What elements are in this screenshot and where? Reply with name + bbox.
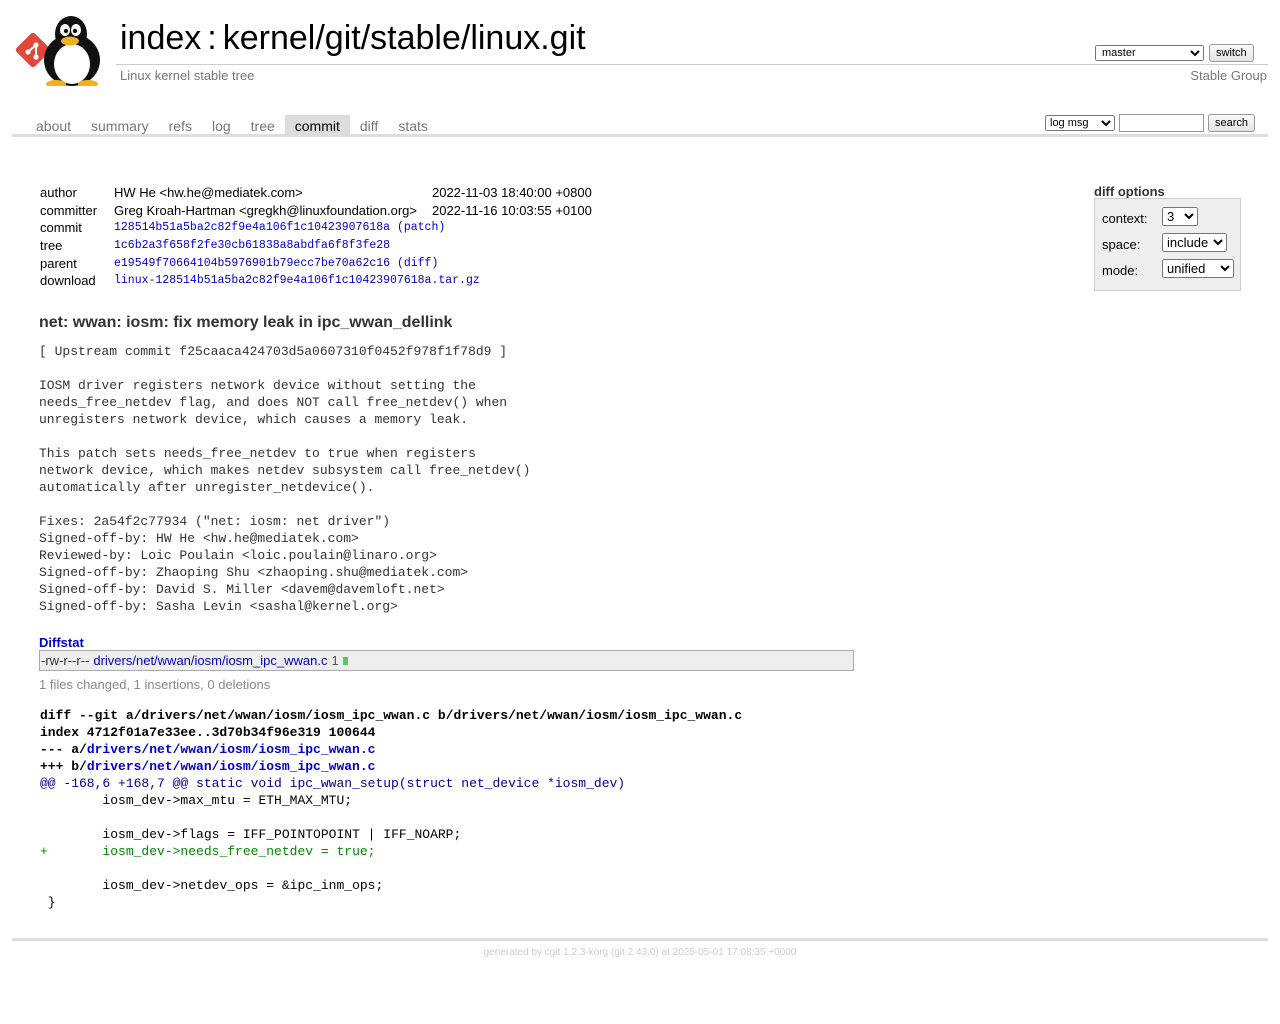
commit-message: [ Upstream commit f25caaca424703d5a06073… (39, 344, 531, 614)
insertions-bar (342, 656, 348, 665)
committer-label: committer (40, 202, 98, 218)
diff-index-line: index 4712f01a7e33ee..3d70b34f96e319 100… (40, 725, 376, 740)
diff-options-panel: context: 3 space: include mode: unified (1094, 198, 1241, 291)
search-form: log msg search (1045, 114, 1256, 132)
committer-row: committer Greg Kroah-Hartman <gregkh@lin… (40, 202, 592, 220)
mode-label: mode: (1102, 263, 1139, 278)
tabs-divider (12, 134, 1268, 137)
tab-summary[interactable]: summary (81, 115, 159, 135)
commit-subject: net: wwan: iosm: fix memory leak in ipc_… (39, 314, 453, 331)
diff-hunk-header: @@ -168,6 +168,7 @@ static void ipc_wwan… (40, 776, 626, 791)
new-file-link[interactable]: drivers/net/wwan/iosm/iosm_ipc_wwan.c (87, 759, 376, 774)
diff-lines: iosm_dev->max_mtu = ETH_MAX_MTU; iosm_de… (40, 792, 742, 911)
parent-diff-link[interactable]: (diff) (397, 257, 438, 270)
old-file-link[interactable]: drivers/net/wwan/iosm/iosm_ipc_wwan.c (87, 742, 376, 757)
diff-context-line: iosm_dev->netdev_ops = &ipc_inm_ops; (40, 878, 384, 893)
tab-diff[interactable]: diff (350, 115, 388, 135)
space-select[interactable]: include (1162, 233, 1227, 252)
committer-date: 2022-11-16 10:03:55 +0100 (431, 202, 592, 218)
tree-sha-link[interactable]: 1c6b2a3f658f2fe30cb61838a8abdfa6f8f3fe28 (114, 239, 390, 252)
author-date: 2022-11-03 18:40:00 +0800 (431, 185, 592, 201)
diff-options-title: diff options (1094, 184, 1165, 199)
commit-row: commit 128514b51a5ba2c82f9e4a106f1c10423… (40, 219, 592, 237)
repo-description: Linux kernel stable tree (120, 68, 255, 83)
footer-prefix: generated by (483, 947, 545, 958)
diffstat-table: -rw-r--r-- drivers/net/wwan/iosm/iosm_ip… (39, 650, 854, 671)
context-select[interactable]: 3 (1162, 207, 1198, 226)
diff-view: diff --git a/drivers/net/wwan/iosm/iosm_… (40, 707, 742, 911)
diffstat-summary: 1 files changed, 1 insertions, 0 deletio… (39, 677, 271, 692)
cgit-link[interactable]: cgit 1.2.3-korg (545, 947, 608, 958)
diff-context-line: iosm_dev->max_mtu = ETH_MAX_MTU; (40, 793, 353, 808)
title-separator: : (207, 19, 217, 57)
repo-link[interactable]: kernel/git/stable/linux.git (223, 19, 586, 57)
download-link[interactable]: linux-128514b51a5ba2c82f9e4a106f1c104239… (114, 274, 480, 287)
patch-link[interactable]: (patch) (397, 221, 445, 234)
tree-row: tree 1c6b2a3f658f2fe30cb61838a8abdfa6f8f… (40, 237, 592, 255)
tab-tree[interactable]: tree (241, 115, 285, 135)
commit-info-table: author HW He <hw.he@mediatek.com> 2022-1… (40, 184, 592, 290)
commit-sha-link[interactable]: 128514b51a5ba2c82f9e4a106f1c10423907618a (114, 221, 390, 234)
diff-context-line (40, 860, 742, 877)
tab-stats[interactable]: stats (388, 115, 438, 135)
mode-select[interactable]: unified (1162, 259, 1234, 278)
download-label: download (40, 273, 96, 289)
diff-context-line (40, 809, 742, 826)
parent-sha-link[interactable]: e19549f70664104b5976901b79ecc7be70a62c16 (114, 257, 390, 270)
diff-git-line: diff --git a/drivers/net/wwan/iosm/iosm_… (40, 708, 743, 723)
diffstat-file-link[interactable]: drivers/net/wwan/iosm/iosm_ipc_wwan.c (93, 653, 327, 668)
author-label: author (40, 185, 77, 201)
cgit-logo[interactable] (14, 12, 110, 88)
search-input[interactable] (1119, 114, 1204, 132)
old-prefix: --- a/ (40, 742, 87, 757)
author-row: author HW He <hw.he@mediatek.com> 2022-1… (40, 184, 592, 202)
diff-new-file-line: +++ b/drivers/net/wwan/iosm/iosm_ipc_wwa… (40, 758, 742, 775)
tab-commit[interactable]: commit (284, 115, 350, 135)
author-value: HW He <hw.he@mediatek.com> (114, 185, 303, 201)
header-divider (116, 64, 1268, 65)
footer-divider (12, 938, 1268, 941)
parent-label: parent (40, 255, 77, 271)
page-title: index: kernel/git/stable/linux.git (120, 18, 586, 58)
tab-log[interactable]: log (202, 115, 241, 135)
branch-switch-form: master switch (1095, 44, 1254, 62)
download-row: download linux-128514b51a5ba2c82f9e4a106… (40, 272, 592, 290)
diff-context-line: } (40, 895, 56, 910)
committer-value: Greg Kroah-Hartman <gregkh@linuxfoundati… (114, 202, 417, 218)
repo-owner: Stable Group (1190, 68, 1267, 83)
tab-refs[interactable]: refs (159, 115, 202, 135)
tree-label: tree (40, 238, 63, 254)
index-link[interactable]: index (120, 19, 201, 57)
diff-added-line: + iosm_dev->needs_free_netdev = true; (40, 844, 376, 859)
commit-label: commit (40, 220, 82, 236)
branch-select[interactable]: master (1095, 45, 1204, 61)
search-mode-select[interactable]: log msg (1045, 115, 1115, 131)
search-button[interactable]: search (1208, 114, 1256, 132)
footer: generated by cgit 1.2.3-korg (git 2.43.0… (0, 947, 1280, 958)
diff-old-file-line: --- a/drivers/net/wwan/iosm/iosm_ipc_wwa… (40, 741, 742, 758)
tab-bar: about summary refs log tree commit diff … (26, 115, 438, 135)
new-prefix: +++ b/ (40, 759, 87, 774)
diff-context-line: iosm_dev->flags = IFF_POINTOPOINT | IFF_… (40, 827, 462, 842)
tux-git-logo-icon (15, 16, 100, 88)
context-label: context: (1102, 211, 1148, 226)
diffstat-link[interactable]: Diffstat (39, 635, 84, 650)
diffstat-count: 1 (331, 653, 339, 668)
switch-button[interactable]: switch (1209, 44, 1254, 62)
space-label: space: (1102, 237, 1141, 252)
parent-row: parent e19549f70664104b5976901b79ecc7be7… (40, 254, 592, 272)
file-mode: -rw-r--r-- (41, 653, 90, 668)
footer-suffix: (git 2.43.0) at 2025-05-01 17:08:35 +000… (608, 947, 797, 958)
tab-about[interactable]: about (26, 115, 81, 135)
